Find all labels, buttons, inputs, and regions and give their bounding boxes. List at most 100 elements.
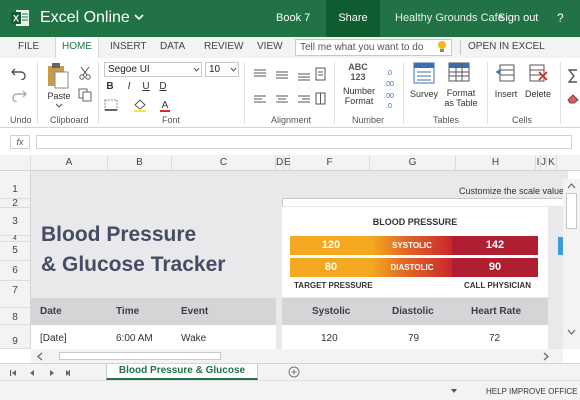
column-header-h[interactable]: H [456, 155, 536, 171]
divider [37, 62, 38, 124]
row-header-1[interactable]: 1 [0, 171, 31, 199]
sheet-area[interactable]: Customize the scale values Blood Pressur… [31, 171, 568, 349]
insert-cells-icon[interactable] [495, 62, 517, 84]
cell-diastolic[interactable]: 79 [408, 333, 419, 344]
help-button[interactable]: ? [557, 11, 564, 25]
row-header-5[interactable]: 5 [0, 242, 31, 261]
autosum-icon[interactable] [566, 68, 580, 84]
row-header-8[interactable]: 8 [0, 308, 31, 325]
tracker-title-line1: Blood Pressure [41, 223, 197, 246]
fill-color-icon[interactable] [132, 98, 148, 112]
row-header-9[interactable]: 9 [0, 325, 31, 349]
tell-me-input[interactable]: Tell me what you want to do [295, 39, 452, 56]
tab-insert[interactable]: INSERT [110, 41, 147, 52]
column-header-k[interactable]: K [547, 155, 557, 171]
tab-view[interactable]: VIEW [257, 41, 283, 52]
survey-icon[interactable] [413, 62, 435, 84]
scroll-right-icon[interactable] [543, 352, 550, 361]
chevron-down-icon[interactable] [230, 67, 237, 72]
format-as-table-button[interactable]: Format as Table [441, 88, 481, 108]
row-header-7[interactable]: 7 [0, 281, 31, 308]
number-format-button[interactable]: Number Format [337, 86, 381, 106]
column-header-a[interactable]: A [31, 155, 108, 171]
scroll-up-icon[interactable] [567, 182, 576, 189]
vertical-scroll-thumb[interactable] [566, 193, 577, 229]
delete-cells-icon[interactable] [527, 62, 549, 84]
clear-icon[interactable] [566, 92, 580, 104]
font-name-select[interactable]: Segoe UI [104, 62, 202, 77]
row-header-3[interactable]: 3 [0, 208, 31, 236]
row-header-6[interactable]: 6 [0, 261, 31, 281]
decimal-icons[interactable]: .0 .00 .00 .0 [381, 66, 397, 110]
cell-event[interactable]: Wake [181, 333, 206, 344]
horizontal-scrollbar[interactable] [31, 349, 563, 363]
sign-out-link[interactable]: Sign out [498, 12, 538, 24]
tab-file[interactable]: FILE [18, 41, 39, 52]
bold-button[interactable]: B [105, 82, 115, 92]
systolic-target-value[interactable]: 120 [290, 236, 372, 255]
header-event[interactable]: Event [181, 306, 208, 317]
cell-heart-rate[interactable]: 72 [489, 333, 500, 344]
sheet-tab-blood-pressure[interactable]: Blood Pressure & Glucose [106, 364, 258, 380]
insert-button[interactable]: Insert [492, 89, 520, 99]
paste-icon[interactable] [46, 62, 70, 90]
diastolic-call-value[interactable]: 90 [452, 258, 538, 277]
svg-text:.00: .00 [384, 81, 394, 88]
cut-icon[interactable] [78, 66, 92, 80]
scroll-down-icon[interactable] [567, 329, 576, 336]
alignment-icons[interactable] [252, 66, 326, 110]
header-date[interactable]: Date [40, 306, 62, 317]
column-header-g[interactable]: G [370, 155, 456, 171]
redo-icon[interactable] [11, 88, 27, 102]
select-all-corner[interactable] [0, 155, 31, 171]
row-header-2[interactable]: 2 [0, 199, 31, 209]
tab-data[interactable]: DATA [160, 41, 185, 52]
number-format-icon[interactable]: ABC 123 [341, 62, 375, 82]
chevron-down-icon[interactable] [193, 67, 200, 72]
insert-function-button[interactable]: fx [10, 135, 30, 149]
format-as-table-icon[interactable] [448, 62, 472, 84]
diastolic-target-value[interactable]: 80 [290, 258, 372, 277]
chevron-down-icon[interactable] [55, 103, 63, 109]
font-color-icon[interactable]: A [158, 98, 172, 112]
help-improve-office-link[interactable]: HELP IMPROVE OFFICE [486, 387, 577, 396]
tab-home[interactable]: HOME [55, 37, 99, 58]
header-diastolic[interactable]: Diastolic [392, 306, 434, 317]
column-header-c[interactable]: C [172, 155, 276, 171]
clipboard-group-label: Clipboard [50, 115, 89, 125]
cell-systolic[interactable]: 120 [321, 333, 338, 344]
sheet-nav-icons[interactable] [10, 369, 70, 377]
delete-button[interactable]: Delete [523, 89, 553, 99]
italic-button[interactable]: I [124, 82, 134, 92]
column-header-b[interactable]: B [108, 155, 172, 171]
vertical-scrollbar[interactable] [563, 179, 580, 349]
column-header-d[interactable]: D [276, 155, 284, 171]
underline-button[interactable]: U [141, 82, 151, 92]
copy-icon[interactable] [78, 88, 92, 102]
undo-icon[interactable] [11, 66, 27, 80]
share-button[interactable]: Share [326, 0, 380, 37]
tab-review[interactable]: REVIEW [204, 41, 243, 52]
header-systolic[interactable]: Systolic [312, 306, 350, 317]
header-heart-rate[interactable]: Heart Rate [471, 306, 521, 317]
app-name[interactable]: Excel Online [40, 9, 130, 27]
excel-logo-icon: X [11, 10, 29, 26]
chevron-down-icon[interactable] [451, 389, 457, 393]
scroll-left-icon[interactable] [36, 352, 43, 361]
divider [98, 62, 99, 124]
borders-icon[interactable] [104, 99, 118, 111]
workbook-name[interactable]: Book 7 [276, 12, 310, 24]
survey-button[interactable]: Survey [408, 89, 440, 99]
column-header-f[interactable]: F [290, 155, 370, 171]
cell-time[interactable]: 6:00 AM [116, 333, 153, 344]
systolic-call-value[interactable]: 142 [452, 236, 538, 255]
chevron-down-icon[interactable] [133, 12, 145, 22]
paste-button[interactable]: Paste [46, 91, 72, 101]
add-sheet-icon[interactable] [288, 366, 300, 378]
double-underline-button[interactable]: D [158, 82, 168, 92]
cell-date[interactable]: [Date] [40, 333, 67, 344]
open-in-excel-button[interactable]: OPEN IN EXCEL [468, 41, 545, 52]
header-time[interactable]: Time [116, 306, 139, 317]
formula-input[interactable] [36, 135, 572, 149]
horizontal-scroll-thumb[interactable] [59, 352, 221, 360]
